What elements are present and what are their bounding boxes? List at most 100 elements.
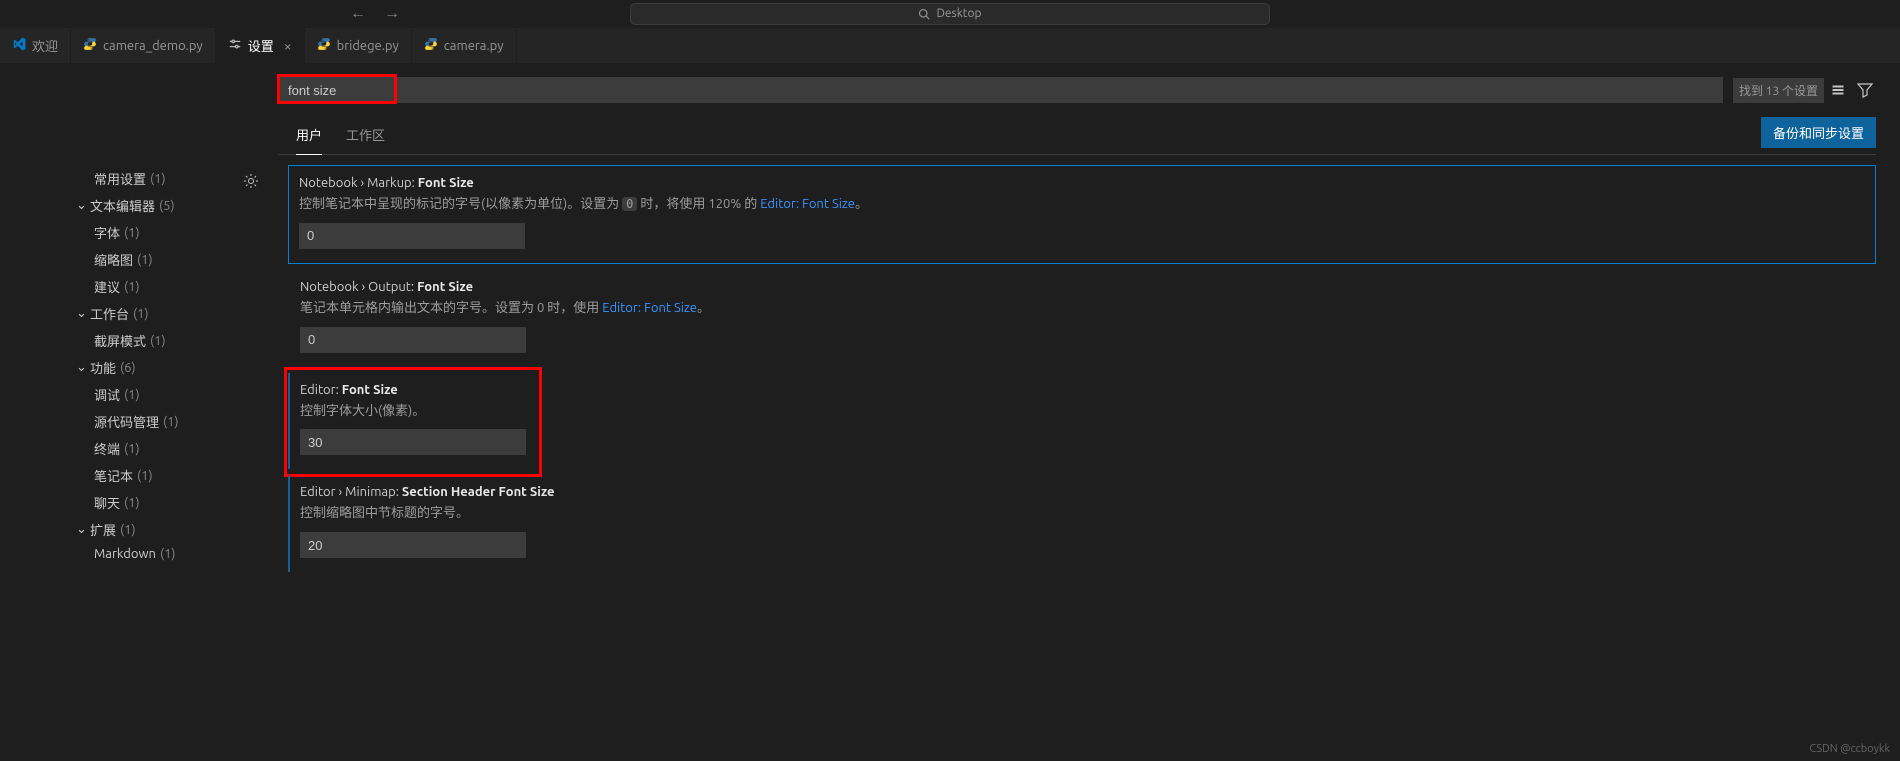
clear-search-icon[interactable] xyxy=(1828,79,1850,101)
chevron-down-icon: ⌄ xyxy=(76,522,88,537)
close-icon[interactable]: × xyxy=(284,38,292,54)
inline-code: 0 xyxy=(622,197,637,211)
toc-item[interactable]: 聊天 (1) xyxy=(76,489,238,516)
setting-desc-text: 控制缩略图中节标题的字号。 xyxy=(300,506,469,520)
setting-desc-text: 笔记本单元格内输出文本的字号。设置为 0 时，使用 xyxy=(300,301,602,315)
python-icon xyxy=(424,37,438,54)
toc-item[interactable]: ⌄工作台 (1) xyxy=(76,300,238,327)
nav-arrows: ← → xyxy=(350,4,400,23)
toc-label: Markdown xyxy=(94,547,156,561)
setting-desc-text: 控制笔记本中呈现的标记的字号(以像素为单位)。设置为 xyxy=(299,197,622,211)
toc-count: (5) xyxy=(159,199,175,213)
toc-label: 字体 xyxy=(94,223,120,242)
toc-label: 聊天 xyxy=(94,493,120,512)
setting-item[interactable]: Editor: Font Size 控制字体大小(像素)。 xyxy=(288,373,1876,470)
settings-search-input[interactable] xyxy=(278,77,1723,103)
tab-camera.py[interactable]: camera.py xyxy=(412,28,517,63)
toc-count: (1) xyxy=(124,496,140,510)
toc-count: (1) xyxy=(124,280,140,294)
setting-breadcrumb: Editor: xyxy=(300,383,342,397)
scope-tab-user[interactable]: 用户 xyxy=(296,119,322,154)
toc-item[interactable]: 源代码管理 (1) xyxy=(76,408,238,435)
chevron-down-icon: ⌄ xyxy=(76,306,88,321)
toc-item[interactable]: 调试 (1) xyxy=(76,381,238,408)
toc-item[interactable]: 终端 (1) xyxy=(76,435,238,462)
toc-count: (1) xyxy=(137,469,153,483)
search-icon xyxy=(918,8,930,20)
tab-label: camera.py xyxy=(444,39,504,53)
nav-back-icon[interactable]: ← xyxy=(350,4,366,23)
toc-item[interactable]: ⌄文本编辑器 (5) xyxy=(76,192,238,219)
toc-count: (1) xyxy=(160,547,176,561)
toc-label: 笔记本 xyxy=(94,466,133,485)
setting-breadcrumb: Notebook › Markup: xyxy=(299,176,418,190)
watermark: CSDN @ccboykk xyxy=(1809,743,1890,755)
toc-count: (1) xyxy=(120,523,136,537)
editor-tabs: 欢迎 camera_demo.py 设置 × bridege.py camera.py xyxy=(0,28,1900,63)
python-icon xyxy=(83,37,97,54)
tab-camera_demo.py[interactable]: camera_demo.py xyxy=(71,28,216,63)
settings-count-label: 找到 13 个设置 xyxy=(1733,78,1824,103)
activity-bar xyxy=(0,63,48,761)
toc-item[interactable]: 缩略图 (1) xyxy=(76,246,238,273)
setting-item[interactable]: Notebook › Output: Font Size 笔记本单元格内输出文本的… xyxy=(288,270,1876,367)
setting-title: Section Header Font Size xyxy=(402,485,555,499)
python-icon xyxy=(317,37,331,54)
setting-desc-text: 控制字体大小(像素)。 xyxy=(300,404,425,418)
setting-number-input[interactable] xyxy=(300,327,526,353)
toc-label: 源代码管理 xyxy=(94,412,159,431)
toc-count: (1) xyxy=(150,172,166,186)
settings-toc: 常用设置 (1)⌄文本编辑器 (5)字体 (1)缩略图 (1)建议 (1)⌄工作… xyxy=(48,165,238,578)
toc-count: (1) xyxy=(137,253,153,267)
toc-item[interactable]: ⌄功能 (6) xyxy=(76,354,238,381)
command-center-label: Desktop xyxy=(936,7,981,20)
tab-label: camera_demo.py xyxy=(103,39,203,53)
tab-label: 设置 xyxy=(248,36,274,55)
toc-label: 建议 xyxy=(94,277,120,296)
setting-item[interactable]: Editor › Minimap: Section Header Font Si… xyxy=(288,475,1876,572)
command-center[interactable]: Desktop xyxy=(630,3,1270,25)
toc-item[interactable]: 建议 (1) xyxy=(76,273,238,300)
tab-label: 欢迎 xyxy=(32,36,58,55)
nav-forward-icon[interactable]: → xyxy=(384,4,400,23)
toc-label: 文本编辑器 xyxy=(90,196,155,215)
setting-title: Font Size xyxy=(342,383,398,397)
tab-bridege.py[interactable]: bridege.py xyxy=(305,28,412,63)
setting-breadcrumb: Editor › Minimap: xyxy=(300,485,402,499)
setting-breadcrumb: Notebook › Output: xyxy=(300,280,417,294)
setting-link[interactable]: Editor: Font Size xyxy=(602,301,697,315)
setting-item[interactable]: Notebook › Markup: Font Size 控制笔记本中呈现的标记的… xyxy=(288,165,1876,264)
settings-list: Notebook › Markup: Font Size 控制笔记本中呈现的标记的… xyxy=(264,165,1876,578)
toc-item[interactable]: ⌄扩展 (1) xyxy=(76,516,238,543)
setting-link[interactable]: Editor: Font Size xyxy=(760,197,855,211)
toc-count: (1) xyxy=(124,388,140,402)
chevron-down-icon: ⌄ xyxy=(76,360,88,375)
setting-number-input[interactable] xyxy=(300,429,526,455)
setting-title: Font Size xyxy=(417,280,473,294)
settings-icon xyxy=(228,37,242,54)
backup-sync-button[interactable]: 备份和同步设置 xyxy=(1761,117,1876,148)
tab-设置[interactable]: 设置 × xyxy=(216,28,305,63)
toc-item[interactable]: 笔记本 (1) xyxy=(76,462,238,489)
tab-label: bridege.py xyxy=(337,39,399,53)
toc-item[interactable]: 字体 (1) xyxy=(76,219,238,246)
toc-item[interactable]: 截屏模式 (1) xyxy=(76,327,238,354)
setting-number-input[interactable] xyxy=(299,223,525,249)
setting-number-input[interactable] xyxy=(300,532,526,558)
toc-count: (1) xyxy=(150,334,166,348)
toc-item[interactable]: 常用设置 (1) xyxy=(76,165,238,192)
toc-count: (1) xyxy=(133,307,149,321)
toc-count: (6) xyxy=(120,361,136,375)
tab-欢迎[interactable]: 欢迎 xyxy=(0,28,71,63)
scope-tab-workspace[interactable]: 工作区 xyxy=(346,119,385,154)
vscode-icon xyxy=(12,37,26,54)
toc-label: 终端 xyxy=(94,439,120,458)
setting-title: Font Size xyxy=(418,176,474,190)
toc-count: (1) xyxy=(124,226,140,240)
toc-label: 截屏模式 xyxy=(94,331,146,350)
title-bar: ← → Desktop xyxy=(0,0,1900,28)
filter-icon[interactable] xyxy=(1854,79,1876,101)
toc-label: 功能 xyxy=(90,358,116,377)
toc-item[interactable]: Markdown (1) xyxy=(76,543,238,565)
gear-icon[interactable] xyxy=(243,178,259,192)
